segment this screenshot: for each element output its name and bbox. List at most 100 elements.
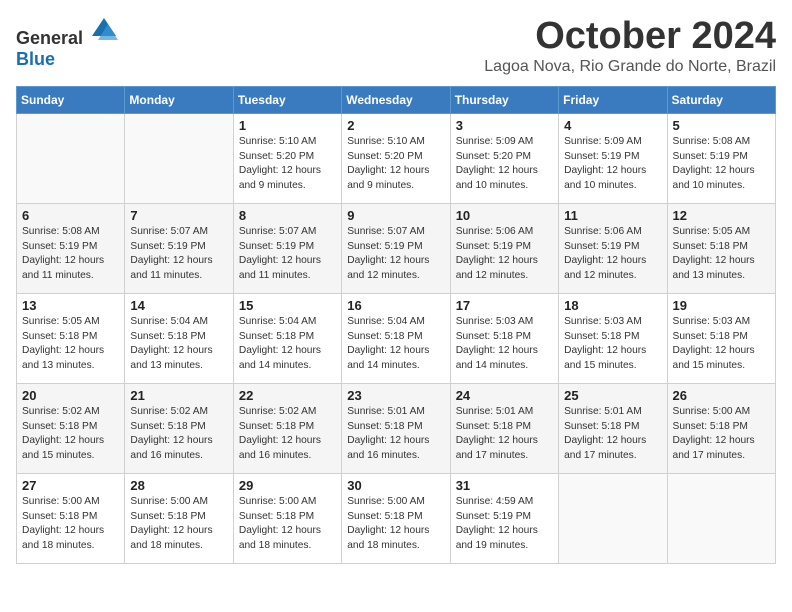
day-number: 7 [130, 208, 227, 223]
day-number: 24 [456, 388, 553, 403]
column-header-monday: Monday [125, 86, 233, 113]
day-number: 23 [347, 388, 444, 403]
cell-content: Sunrise: 5:00 AMSunset: 5:18 PMDaylight:… [673, 405, 770, 464]
calendar-cell: 3 Sunrise: 5:09 AMSunset: 5:20 PMDaylight… [450, 113, 558, 203]
cell-content: Sunrise: 5:10 AMSunset: 5:20 PMDaylight:… [239, 135, 336, 194]
day-number: 30 [347, 478, 444, 493]
cell-content: Sunrise: 5:07 AMSunset: 5:19 PMDaylight:… [239, 225, 336, 284]
cell-content: Sunrise: 5:03 AMSunset: 5:18 PMDaylight:… [673, 315, 770, 374]
day-number: 3 [456, 118, 553, 133]
calendar-week-row: 27 Sunrise: 5:00 AMSunset: 5:18 PMDayligh… [17, 473, 776, 563]
calendar-cell: 11 Sunrise: 5:06 AMSunset: 5:19 PMDayligh… [559, 203, 667, 293]
location-title: Lagoa Nova, Rio Grande do Norte, Brazil [484, 58, 776, 76]
cell-content: Sunrise: 5:02 AMSunset: 5:18 PMDaylight:… [22, 405, 119, 464]
calendar-cell [667, 473, 775, 563]
cell-content: Sunrise: 5:07 AMSunset: 5:19 PMDaylight:… [130, 225, 227, 284]
day-number: 10 [456, 208, 553, 223]
calendar-week-row: 20 Sunrise: 5:02 AMSunset: 5:18 PMDayligh… [17, 383, 776, 473]
column-header-wednesday: Wednesday [342, 86, 450, 113]
cell-content: Sunrise: 5:10 AMSunset: 5:20 PMDaylight:… [347, 135, 444, 194]
day-number: 6 [22, 208, 119, 223]
calendar-cell: 4Sunrise: 5:09 AMSunset: 5:19 PMDaylight… [559, 113, 667, 203]
cell-content: Sunrise: 5:01 AMSunset: 5:18 PMDaylight:… [564, 405, 661, 464]
cell-content: Sunrise: 5:05 AMSunset: 5:18 PMDaylight:… [22, 315, 119, 374]
logo: General Blue [16, 16, 118, 70]
cell-content: Sunrise: 5:06 AMSunset: 5:19 PMDaylight:… [456, 225, 553, 284]
calendar-cell: 9 Sunrise: 5:07 AMSunset: 5:19 PMDaylight… [342, 203, 450, 293]
cell-content: Sunrise: 5:05 AMSunset: 5:18 PMDaylight:… [673, 225, 770, 284]
calendar-cell: 21Sunrise: 5:02 AMSunset: 5:18 PMDayligh… [125, 383, 233, 473]
calendar-cell: 28Sunrise: 5:00 AMSunset: 5:18 PMDayligh… [125, 473, 233, 563]
month-title: October 2024 [484, 16, 776, 58]
day-number: 11 [564, 208, 661, 223]
calendar-cell: 15Sunrise: 5:04 AMSunset: 5:18 PMDayligh… [233, 293, 341, 383]
cell-content: Sunrise: 5:09 AMSunset: 5:20 PMDaylight:… [456, 135, 553, 194]
cell-content: Sunrise: 5:03 AMSunset: 5:18 PMDaylight:… [456, 315, 553, 374]
calendar-cell: 8 Sunrise: 5:07 AMSunset: 5:19 PMDaylight… [233, 203, 341, 293]
day-number: 4 [564, 118, 661, 133]
calendar-cell: 16Sunrise: 5:04 AMSunset: 5:18 PMDayligh… [342, 293, 450, 383]
calendar-cell [125, 113, 233, 203]
day-number: 8 [239, 208, 336, 223]
calendar-cell: 24Sunrise: 5:01 AMSunset: 5:18 PMDayligh… [450, 383, 558, 473]
cell-content: Sunrise: 4:59 AMSunset: 5:19 PMDaylight:… [456, 495, 553, 554]
day-number: 9 [347, 208, 444, 223]
calendar-cell: 19 Sunrise: 5:03 AMSunset: 5:18 PMDayligh… [667, 293, 775, 383]
calendar-header-row: SundayMondayTuesdayWednesdayThursdayFrid… [17, 86, 776, 113]
calendar-cell: 7 Sunrise: 5:07 AMSunset: 5:19 PMDaylight… [125, 203, 233, 293]
calendar-cell: 13Sunrise: 5:05 AMSunset: 5:18 PMDayligh… [17, 293, 125, 383]
cell-content: Sunrise: 5:04 AMSunset: 5:18 PMDaylight:… [239, 315, 336, 374]
calendar-cell: 2Sunrise: 5:10 AMSunset: 5:20 PMDaylight… [342, 113, 450, 203]
calendar-cell [559, 473, 667, 563]
calendar-week-row: 6 Sunrise: 5:08 AMSunset: 5:19 PMDaylight… [17, 203, 776, 293]
cell-content: Sunrise: 5:03 AMSunset: 5:18 PMDaylight:… [564, 315, 661, 374]
cell-content: Sunrise: 5:07 AMSunset: 5:19 PMDaylight:… [347, 225, 444, 284]
calendar-week-row: 1 Sunrise: 5:10 AMSunset: 5:20 PMDaylight… [17, 113, 776, 203]
cell-content: Sunrise: 5:01 AMSunset: 5:18 PMDaylight:… [347, 405, 444, 464]
day-number: 1 [239, 118, 336, 133]
day-number: 12 [673, 208, 770, 223]
day-number: 31 [456, 478, 553, 493]
calendar-cell: 26 Sunrise: 5:00 AMSunset: 5:18 PMDayligh… [667, 383, 775, 473]
day-number: 16 [347, 298, 444, 313]
calendar-week-row: 13Sunrise: 5:05 AMSunset: 5:18 PMDayligh… [17, 293, 776, 383]
calendar-cell: 14Sunrise: 5:04 AMSunset: 5:18 PMDayligh… [125, 293, 233, 383]
cell-content: Sunrise: 5:06 AMSunset: 5:19 PMDaylight:… [564, 225, 661, 284]
calendar-cell: 18Sunrise: 5:03 AMSunset: 5:18 PMDayligh… [559, 293, 667, 383]
calendar-cell: 5 Sunrise: 5:08 AMSunset: 5:19 PMDaylight… [667, 113, 775, 203]
day-number: 22 [239, 388, 336, 403]
cell-content: Sunrise: 5:02 AMSunset: 5:18 PMDaylight:… [130, 405, 227, 464]
logo-wordmark: General Blue [16, 16, 118, 70]
calendar-cell: 1 Sunrise: 5:10 AMSunset: 5:20 PMDaylight… [233, 113, 341, 203]
calendar-cell: 12 Sunrise: 5:05 AMSunset: 5:18 PMDayligh… [667, 203, 775, 293]
calendar-cell: 6 Sunrise: 5:08 AMSunset: 5:19 PMDaylight… [17, 203, 125, 293]
calendar-cell: 29Sunrise: 5:00 AMSunset: 5:18 PMDayligh… [233, 473, 341, 563]
calendar-cell [17, 113, 125, 203]
day-number: 26 [673, 388, 770, 403]
day-number: 5 [673, 118, 770, 133]
page-header: General Blue October 2024 Lagoa Nova, Ri… [16, 16, 776, 76]
day-number: 17 [456, 298, 553, 313]
calendar-cell: 25 Sunrise: 5:01 AMSunset: 5:18 PMDayligh… [559, 383, 667, 473]
cell-content: Sunrise: 5:02 AMSunset: 5:18 PMDaylight:… [239, 405, 336, 464]
day-number: 14 [130, 298, 227, 313]
day-number: 25 [564, 388, 661, 403]
calendar-cell: 31 Sunrise: 4:59 AMSunset: 5:19 PMDayligh… [450, 473, 558, 563]
logo-blue: Blue [16, 49, 55, 69]
calendar-cell: 17 Sunrise: 5:03 AMSunset: 5:18 PMDayligh… [450, 293, 558, 383]
day-number: 19 [673, 298, 770, 313]
column-header-sunday: Sunday [17, 86, 125, 113]
day-number: 27 [22, 478, 119, 493]
cell-content: Sunrise: 5:00 AMSunset: 5:18 PMDaylight:… [347, 495, 444, 554]
day-number: 20 [22, 388, 119, 403]
calendar-cell: 23 Sunrise: 5:01 AMSunset: 5:18 PMDayligh… [342, 383, 450, 473]
cell-content: Sunrise: 5:08 AMSunset: 5:19 PMDaylight:… [22, 225, 119, 284]
column-header-thursday: Thursday [450, 86, 558, 113]
calendar-cell: 30 Sunrise: 5:00 AMSunset: 5:18 PMDayligh… [342, 473, 450, 563]
column-header-saturday: Saturday [667, 86, 775, 113]
cell-content: Sunrise: 5:00 AMSunset: 5:18 PMDaylight:… [22, 495, 119, 554]
cell-content: Sunrise: 5:08 AMSunset: 5:19 PMDaylight:… [673, 135, 770, 194]
column-header-friday: Friday [559, 86, 667, 113]
logo-general: General [16, 28, 83, 48]
day-number: 29 [239, 478, 336, 493]
